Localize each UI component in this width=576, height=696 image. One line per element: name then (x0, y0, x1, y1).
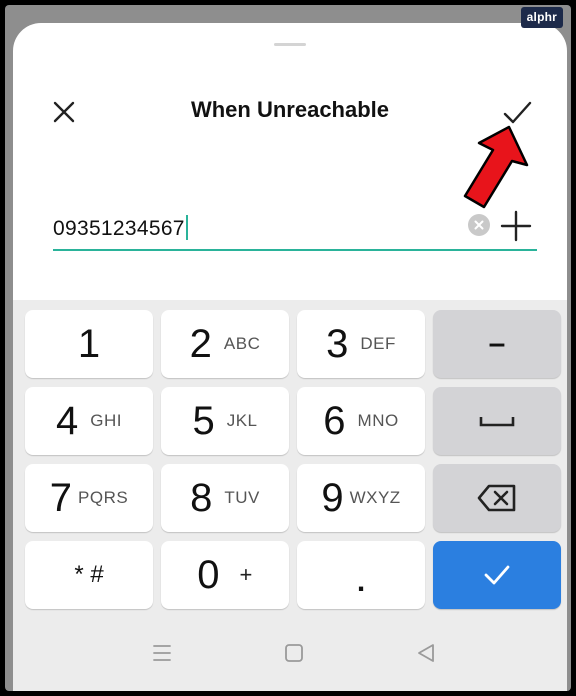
key-confirm[interactable] (433, 541, 561, 609)
key-digit: 8 (190, 476, 213, 520)
key-symbols: . (356, 565, 366, 598)
key-dot[interactable]: . (297, 541, 425, 609)
clear-circle-icon (474, 220, 484, 230)
key-3[interactable]: 3 DEF (297, 310, 425, 378)
system-navigation-bar (13, 618, 567, 691)
plus-icon (500, 210, 532, 242)
key-dash[interactable]: – (433, 310, 561, 378)
key-8[interactable]: 8 TUV (161, 464, 289, 532)
key-star-hash[interactable]: * # (25, 541, 153, 609)
key-digit: 1 (77, 322, 101, 366)
key-letters: TUV (224, 488, 260, 507)
key-digit: 0 (197, 553, 220, 597)
home-icon (285, 644, 303, 662)
menu-icon (153, 645, 171, 661)
back-icon (418, 644, 434, 662)
key-5[interactable]: 5 JKL (161, 387, 289, 455)
dial-keypad: 1 2 ABC 3 DEF – 4 GHI 5 JKL 6 MNO 7 PQRS… (13, 300, 567, 618)
key-0[interactable]: 0 + (161, 541, 289, 609)
screenshot-frame: When Unreachable 09351234567 1 2 ABC 3 D… (5, 5, 571, 691)
key-digit: 4 (56, 399, 79, 443)
add-contact-button[interactable] (499, 209, 533, 243)
checkmark-icon (484, 565, 510, 585)
key-digit: 7 (49, 476, 73, 520)
key-4[interactable]: 4 GHI (25, 387, 153, 455)
sheet-grabber[interactable] (274, 43, 306, 46)
key-9[interactable]: 9 WXYZ (297, 464, 425, 532)
key-letters: DEF (360, 334, 396, 353)
key-digit: 3 (326, 322, 349, 366)
phone-number-input[interactable]: 09351234567 (53, 215, 188, 241)
key-letters: WXYZ (349, 488, 401, 507)
key-letters: PQRS (78, 488, 129, 507)
nav-back-button[interactable] (411, 638, 441, 668)
key-letters: MNO (357, 411, 399, 430)
key-space[interactable] (433, 387, 561, 455)
bottom-sheet: When Unreachable 09351234567 1 2 ABC 3 D… (13, 23, 567, 691)
key-letters: + (239, 562, 253, 587)
key-digit: 5 (192, 399, 215, 443)
page-title: When Unreachable (190, 97, 390, 122)
key-7[interactable]: 7 PQRS (25, 464, 153, 532)
space-icon (479, 417, 515, 427)
red-arrow-annotation (463, 125, 529, 209)
key-letters: ABC (223, 334, 261, 353)
key-6[interactable]: 6 MNO (297, 387, 425, 455)
backspace-icon (477, 484, 516, 512)
key-1[interactable]: 1 (25, 310, 153, 378)
key-letters: GHI (90, 411, 122, 430)
key-2[interactable]: 2 ABC (161, 310, 289, 378)
nav-home-button[interactable] (279, 638, 309, 668)
key-backspace[interactable] (433, 464, 561, 532)
phone-number-value: 09351234567 (53, 217, 185, 240)
key-digit: 2 (189, 322, 212, 366)
clear-input-button[interactable] (468, 214, 490, 236)
key-digit: 6 (323, 399, 346, 443)
key-letters: JKL (226, 411, 258, 430)
phone-number-row: 09351234567 (53, 209, 537, 251)
key-symbols: * # (74, 561, 104, 588)
text-caret (185, 215, 188, 240)
key-digit: 9 (321, 476, 344, 520)
alphr-watermark-logo: alphr (520, 7, 563, 28)
dash-icon: – (488, 327, 506, 360)
nav-menu-button[interactable] (147, 638, 177, 668)
